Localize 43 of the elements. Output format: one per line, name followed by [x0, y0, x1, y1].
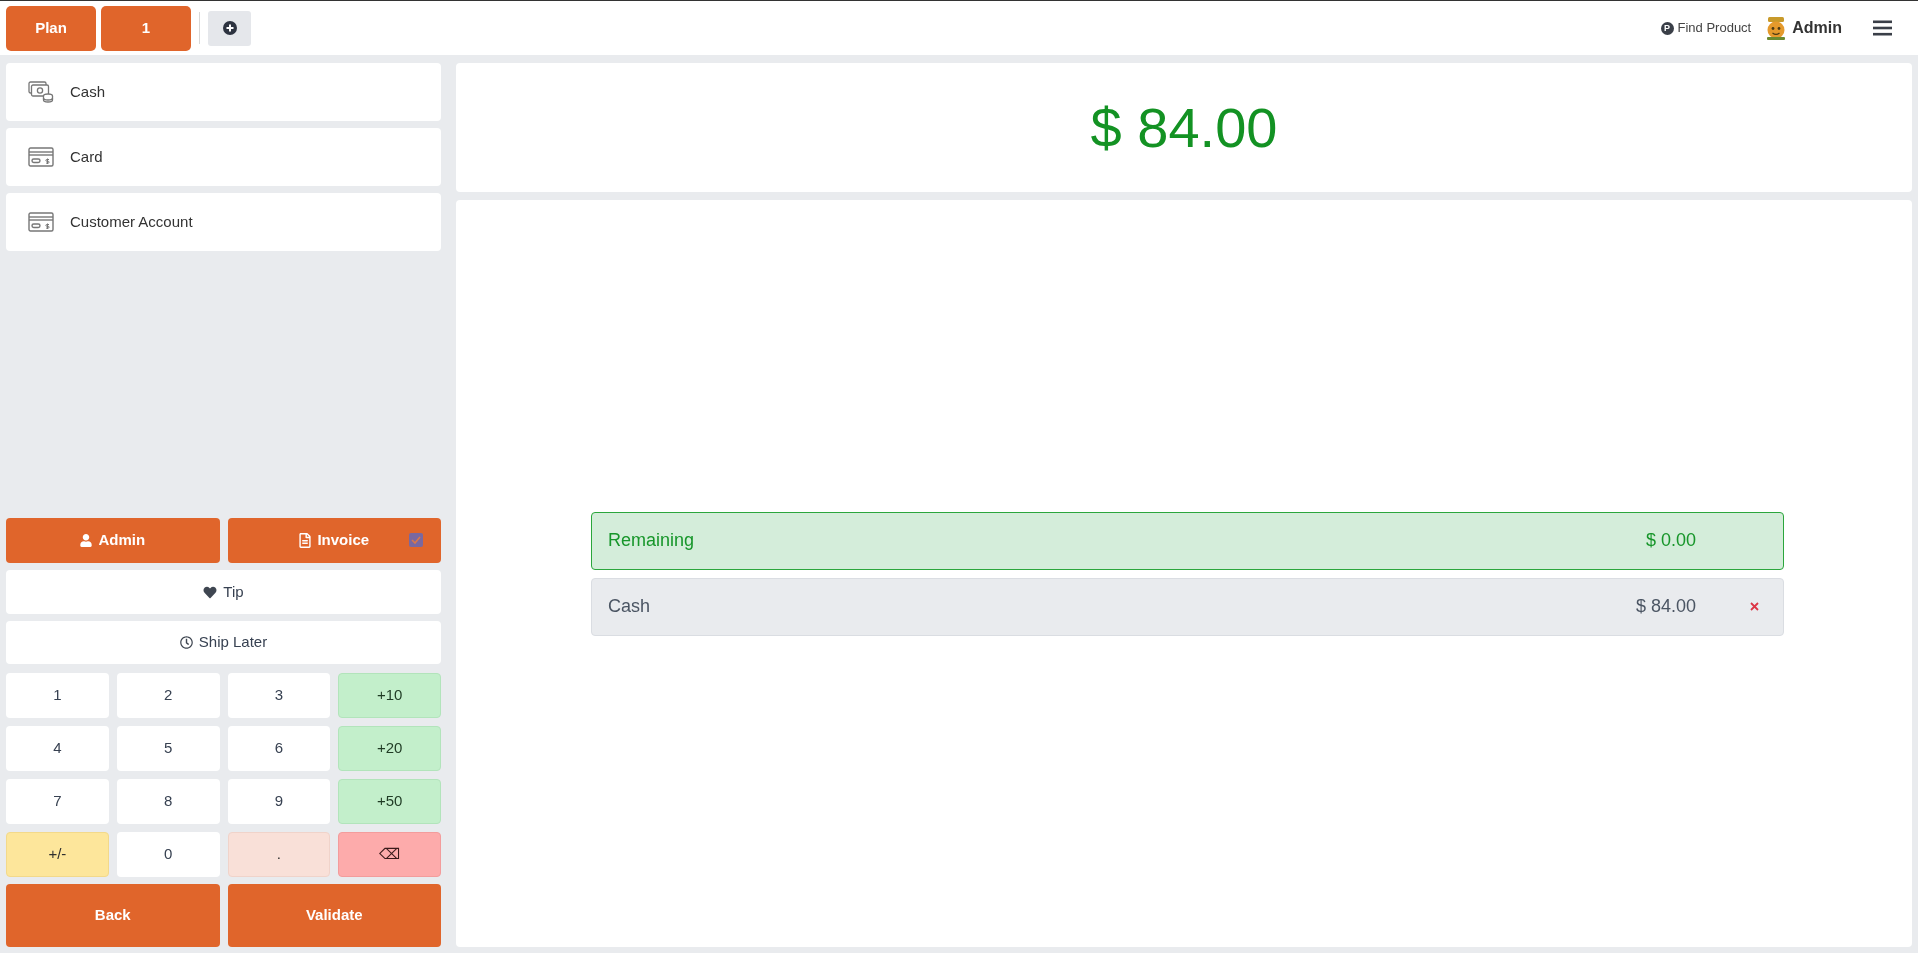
- cash-icon: [28, 81, 54, 103]
- clock-icon: [179, 636, 193, 649]
- document-icon: [299, 533, 312, 548]
- numpad-key[interactable]: 2: [116, 673, 220, 718]
- numpad-key[interactable]: 0: [116, 832, 220, 877]
- menu-icon[interactable]: [1873, 20, 1892, 36]
- numpad-key[interactable]: 5: [116, 726, 220, 771]
- payment-line-label: Cash: [608, 595, 652, 618]
- card-icon: [28, 147, 54, 167]
- numpad-key[interactable]: 8: [116, 779, 220, 824]
- numpad-key[interactable]: +50: [338, 779, 441, 824]
- numpad-key[interactable]: +/-: [6, 832, 109, 877]
- numpad-key[interactable]: +10: [338, 673, 441, 718]
- numpad-key[interactable]: ⌫: [338, 832, 441, 877]
- total-amount: $ 84.00: [1090, 94, 1278, 161]
- invoice-checkbox[interactable]: [409, 533, 423, 547]
- payment-method-button[interactable]: Cash: [6, 63, 441, 121]
- numpad-key[interactable]: 6: [227, 726, 331, 771]
- find-product-button[interactable]: P Find Product: [1660, 18, 1752, 38]
- add-button[interactable]: [208, 10, 251, 46]
- user-icon: [80, 534, 93, 547]
- payment-line-amount: $ 84.00: [1635, 595, 1696, 618]
- payment-method-button[interactable]: Card: [6, 128, 441, 186]
- user-name: Admin: [1792, 18, 1842, 38]
- product-icon: P: [1660, 21, 1674, 35]
- heart-icon: [203, 585, 218, 599]
- numpad-key[interactable]: .: [227, 832, 331, 877]
- payment-line-amount: $ 0.00: [1645, 529, 1696, 552]
- check-icon: [411, 536, 421, 544]
- numpad-key[interactable]: 1: [6, 673, 109, 718]
- numpad-key[interactable]: +20: [338, 726, 441, 771]
- payment-line-label: Remaining: [608, 529, 696, 552]
- tip-button[interactable]: Tip: [6, 570, 441, 614]
- payment-method-button[interactable]: Customer Account: [6, 193, 441, 251]
- ship-later-button[interactable]: Ship Later: [6, 621, 441, 664]
- numpad-key[interactable]: 9: [227, 779, 331, 824]
- delete-icon[interactable]: [1750, 602, 1759, 611]
- numpad-key[interactable]: 3: [227, 673, 331, 718]
- plus-icon: [222, 21, 237, 35]
- numpad-key[interactable]: 4: [6, 726, 109, 771]
- numpad-key[interactable]: 7: [6, 779, 109, 824]
- avatar-icon: [1765, 16, 1788, 40]
- card-icon: [28, 212, 54, 232]
